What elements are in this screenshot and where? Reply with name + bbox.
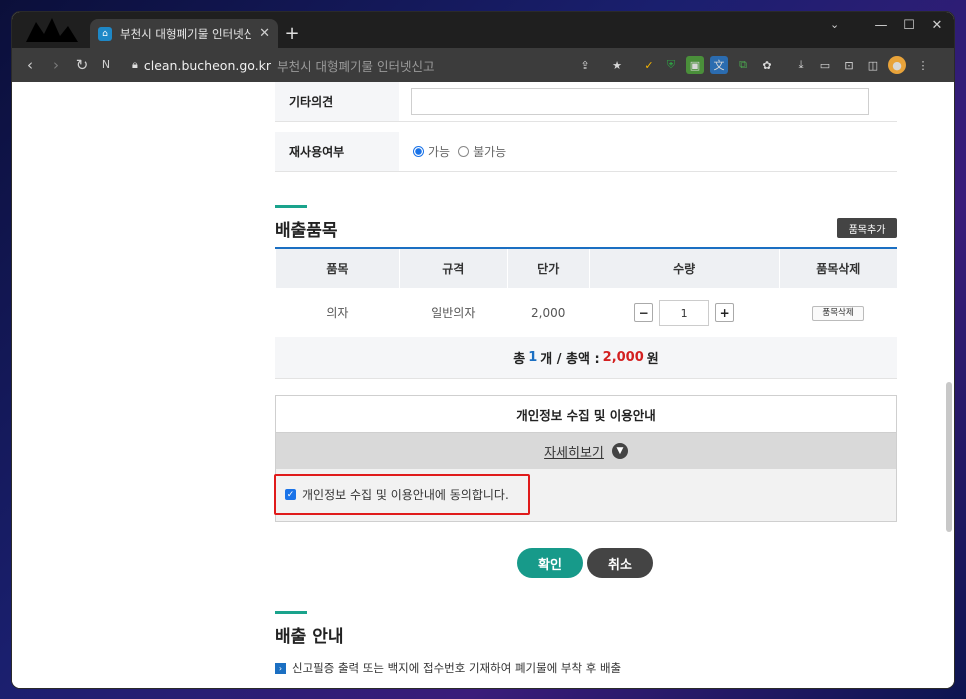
section-accent-bar (275, 611, 307, 614)
total-prefix: 총 (513, 352, 526, 367)
item-spec: 일반의자 (399, 288, 508, 339)
arrow-right-icon: › (275, 662, 286, 674)
add-item-button[interactable]: 품목추가 (837, 218, 897, 238)
item-price: 2,000 (507, 288, 590, 339)
increase-quantity-button[interactable]: + (715, 303, 735, 323)
extension-image-icon[interactable]: ▣ (686, 56, 704, 74)
delete-cell: 품목삭제 (779, 288, 897, 339)
decrease-quantity-button[interactable]: − (634, 303, 654, 323)
total-amount-unit: 원 (646, 352, 659, 367)
privacy-body: ✓ 개인정보 수집 및 이용안내에 동의합니다. (274, 469, 896, 521)
items-table-header: 품목 규격 단가 수량 품목삭제 (275, 247, 897, 288)
menu-icon[interactable]: ⋮ (914, 56, 932, 74)
agree-highlight-box: ✓ 개인정보 수집 및 이용안내에 동의합니다. (274, 474, 530, 515)
privacy-box: 개인정보 수집 및 이용안내 자세히보기 ▼ ✓ 개인정보 수집 및 이용안내에… (274, 395, 897, 522)
reuse-label: 재사용여부 (275, 132, 399, 171)
other-opinion-label: 기타의견 (275, 82, 399, 121)
share-icon[interactable]: ⇪ (576, 56, 594, 74)
col-quantity: 수량 (588, 247, 780, 288)
total-amount: 2,000 (602, 350, 644, 365)
notion-icon[interactable]: N (96, 58, 116, 71)
download-icon[interactable]: ⤓ (792, 56, 810, 74)
reuse-radio-possible[interactable] (413, 146, 424, 157)
reuse-option-possible-label: 가능 (428, 145, 451, 159)
other-opinion-input[interactable] (411, 88, 869, 115)
item-name: 의자 (275, 288, 400, 339)
total-count: 1 (528, 350, 538, 365)
privacy-heading: 개인정보 수집 및 이용안내 (276, 396, 896, 433)
url-page-title: 부천시 대형폐기물 인터넷신고 (277, 58, 435, 74)
back-icon[interactable]: ‹ (20, 56, 40, 74)
total-count-unit: 개 / 총액 : (540, 352, 600, 367)
minimize-icon[interactable]: — (868, 18, 894, 33)
guide-section-title: 배출 안내 (275, 627, 344, 647)
col-price: 단가 (506, 247, 590, 288)
browser-toolbar: ‹ › ↻ N 🔒︎ clean.bucheon.go.kr 부천시 대형폐기물… (12, 48, 954, 82)
maximize-icon[interactable]: ☐ (896, 18, 922, 33)
bookmark-star-icon[interactable]: ★ (608, 56, 626, 74)
reload-icon[interactable]: ↻ (72, 56, 92, 74)
section-accent-bar (275, 205, 307, 208)
reuse-radio-impossible[interactable] (458, 146, 470, 157)
translate-icon[interactable]: 文 (710, 56, 728, 74)
reuse-option-impossible-label: 불가능 (473, 145, 507, 159)
wallpaper-silhouette (26, 18, 78, 42)
house-icon: ⌂ (98, 26, 112, 41)
extension-check-icon[interactable]: ✓ (640, 56, 658, 74)
scrollbar[interactable] (946, 382, 952, 532)
confirm-button[interactable]: 확인 (517, 548, 583, 578)
guide-text: 신고필증 출력 또는 백지에 접수번호 기재하여 폐기물에 부착 후 배출 (292, 661, 622, 675)
url-host: clean.bucheon.go.kr (143, 57, 272, 73)
cast-icon[interactable]: ▭ (816, 56, 834, 74)
puzzle-icon[interactable]: ✿ (758, 56, 776, 74)
items-table: 품목 규격 단가 수량 품목삭제 의자 일반의자 2,000 − 1 + 품목삭… (275, 247, 897, 339)
total-summary: 총 1 개 / 총액 : 2,000 원 (275, 337, 897, 379)
quantity-stepper: − 1 + (634, 299, 735, 326)
tab-bar: ⌂ 부천시 대형폐기물 인터넷신고 ✕ + ⌄ — ☐ ✕ (12, 12, 954, 48)
guide-line: › 신고필증 출력 또는 백지에 접수번호 기재하여 폐기물에 부착 후 배출 (275, 660, 621, 676)
forward-icon[interactable]: › (46, 56, 66, 74)
col-spec: 규격 (398, 247, 508, 288)
col-delete: 품목삭제 (778, 247, 897, 288)
quantity-cell: − 1 + (589, 288, 780, 339)
new-tab-button[interactable]: + (280, 23, 304, 44)
privacy-more-link[interactable]: 자세히보기 (544, 442, 604, 461)
screenshot-icon[interactable]: ⊡ (840, 56, 858, 74)
extension-green-icon[interactable]: ⧉ (734, 56, 752, 74)
table-row: 의자 일반의자 2,000 − 1 + 품목삭제 (275, 288, 897, 339)
page-viewport: 기타의견 재사용여부 가능 불가능 배출품목 품목추가 품목 규격 단가 수량 … (12, 82, 954, 688)
lock-icon: 🔒︎ (132, 58, 138, 71)
quantity-input[interactable]: 1 (659, 299, 710, 326)
reuse-radio-group: 가능 불가능 (413, 143, 506, 160)
tab-active[interactable]: ⌂ 부천시 대형폐기물 인터넷신고 ✕ (90, 19, 278, 48)
chevron-down-icon[interactable]: ▼ (611, 443, 628, 459)
close-icon[interactable]: ✕ (259, 26, 270, 41)
action-buttons: 확인 취소 (517, 548, 653, 578)
cancel-button[interactable]: 취소 (587, 548, 653, 578)
other-opinion-row: 기타의견 (275, 82, 897, 122)
shield-icon[interactable]: ⛨ (662, 56, 680, 74)
items-section-title: 배출품목 (275, 221, 338, 241)
avatar[interactable]: ● (888, 56, 906, 74)
agree-label[interactable]: 개인정보 수집 및 이용안내에 동의합니다. (302, 486, 509, 503)
privacy-more-row: 자세히보기 ▼ (276, 433, 896, 469)
agree-checkbox[interactable]: ✓ (285, 489, 296, 500)
browser-window: ⌂ 부천시 대형폐기물 인터넷신고 ✕ + ⌄ — ☐ ✕ ‹ › ↻ N 🔒︎… (12, 12, 954, 688)
chevron-down-icon[interactable]: ⌄ (830, 18, 839, 31)
address-bar[interactable]: 🔒︎ clean.bucheon.go.kr 부천시 대형폐기물 인터넷신고 (124, 52, 636, 78)
col-item: 품목 (275, 247, 400, 288)
close-window-icon[interactable]: ✕ (924, 18, 950, 33)
delete-item-button[interactable]: 품목삭제 (812, 306, 865, 322)
tab-title: 부천시 대형폐기물 인터넷신고 (120, 26, 252, 41)
sidepanel-icon[interactable]: ◫ (864, 56, 882, 74)
reuse-row: 재사용여부 가능 불가능 (275, 132, 897, 172)
